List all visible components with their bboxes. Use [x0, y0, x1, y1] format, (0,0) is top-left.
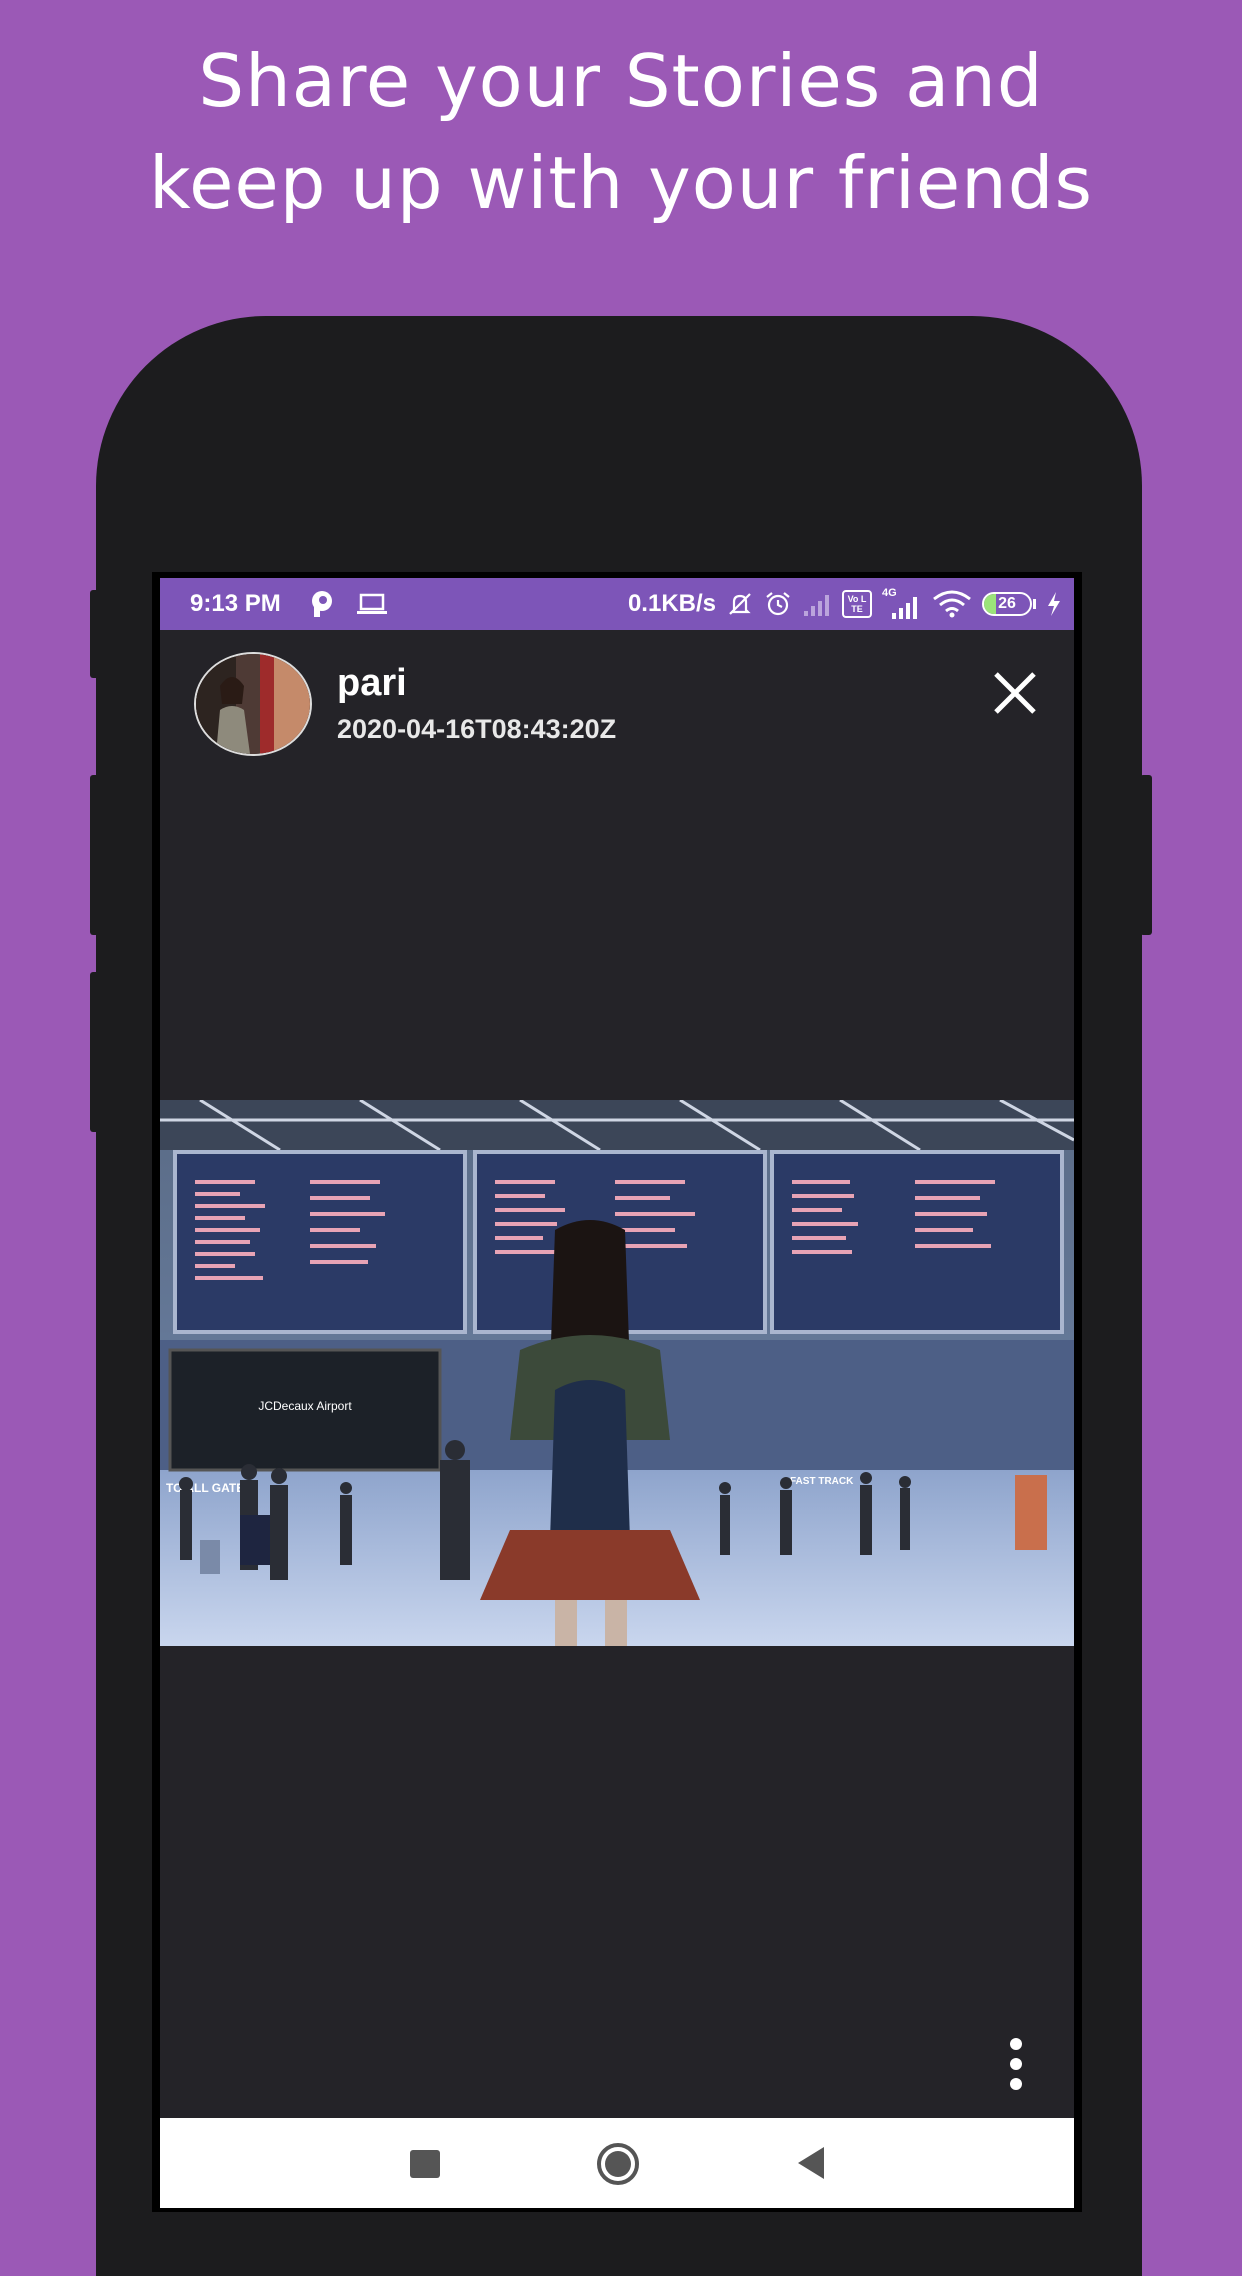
photo-gate-text: TO ALL GATES: [166, 1481, 252, 1495]
volte-icon: Vo LTE: [842, 590, 872, 618]
home-button[interactable]: [596, 2142, 640, 2186]
4g-signal-icon: 4G: [882, 587, 922, 619]
promo-headline-line1: Share your Stories and: [198, 39, 1044, 123]
avatar[interactable]: [194, 652, 312, 756]
photo-sign-text: JCDecaux Airport: [258, 1399, 352, 1413]
phone-screen: 9:13 PM 0.1KB/s Vo LTE 4G 26 pari 2020-0…: [160, 578, 1074, 2208]
status-bar: 9:13 PM 0.1KB/s Vo LTE 4G 26: [160, 578, 1074, 630]
promo-headline: Share your Stories and keep up with your…: [0, 30, 1242, 234]
story-timestamp: 2020-04-16T08:43:20Z: [337, 714, 617, 744]
silent-icon: [729, 593, 751, 615]
promo-headline-line2: keep up with your friends: [148, 141, 1094, 225]
phone-side-button-left-1: [90, 590, 100, 678]
status-indicators: 0.1KB/s Vo LTE 4G 26: [627, 587, 1062, 620]
photo-fast-track-text: FAST TRACK: [790, 1476, 854, 1487]
network-speed: 0.1KB/s: [627, 590, 716, 617]
p-app-icon: [312, 591, 332, 617]
phone-side-button-right: [1140, 775, 1152, 935]
volte-label: Vo LTE: [847, 594, 867, 614]
back-button[interactable]: [796, 2146, 826, 2180]
signal-icon: [804, 595, 829, 616]
phone-side-button-left-3: [90, 972, 100, 1132]
alarm-icon: [766, 592, 790, 616]
story-header: pari 2020-04-16T08:43:20Z: [160, 630, 1074, 780]
system-nav-bar: [160, 2118, 1074, 2208]
battery-level: 26: [998, 595, 1016, 612]
more-options-icon[interactable]: [1004, 2036, 1028, 2092]
story-image[interactable]: JCDecaux Airport TO ALL GATES FAST TRACK: [160, 1100, 1074, 1646]
close-icon[interactable]: [990, 668, 1040, 718]
status-time: 9:13 PM: [190, 590, 281, 617]
story-username[interactable]: pari: [337, 662, 407, 705]
avatar-image: [196, 654, 310, 754]
phone-side-button-left-2: [90, 775, 100, 935]
laptop-icon: [357, 593, 387, 614]
charging-icon: [1048, 592, 1060, 616]
battery-icon: 26: [982, 592, 1036, 616]
wifi-icon: [933, 590, 971, 618]
recents-button[interactable]: [410, 2150, 440, 2178]
